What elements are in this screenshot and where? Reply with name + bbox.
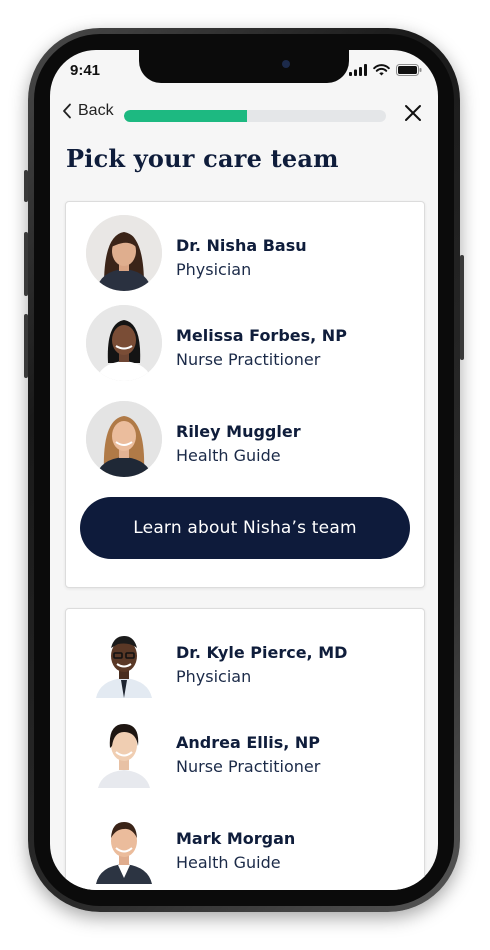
woman-avatar [86,712,162,788]
member-role: Nurse Practitioner [176,350,321,369]
man-avatar [86,622,162,698]
progress-bar [124,110,386,122]
page-title: Pick your care team [66,144,339,173]
team-member: Dr. Kyle Pierce, MD Physician [86,622,406,698]
mute-switch [24,170,28,202]
member-name: Dr. Nisha Basu [176,236,307,255]
care-team-card: Dr. Kyle Pierce, MD Physician Andrea Ell… [65,608,425,890]
team-member: Melissa Forbes, NP Nurse Practitioner [86,305,406,381]
woman-avatar [86,305,162,381]
volume-down-button [24,314,28,378]
power-button [460,255,464,360]
app-screen: 9:41 Back Pick your care team Dr. Nisha … [50,50,438,890]
close-button[interactable] [404,104,422,126]
woman-avatar [86,401,162,477]
status-icons [349,64,422,76]
team-member: Riley Muggler Health Guide [86,401,406,477]
battery-icon [396,64,422,76]
member-role: Physician [176,667,252,686]
woman-avatar [86,215,162,291]
member-name: Mark Morgan [176,829,296,848]
member-name: Andrea Ellis, NP [176,733,321,752]
team-member: Dr. Nisha Basu Physician [86,215,406,291]
progress-fill [124,110,248,122]
care-team-card: Dr. Nisha Basu Physician Melissa Forbes,… [65,201,425,588]
back-button[interactable]: Back [62,102,114,120]
man-avatar [86,808,162,884]
team-member: Andrea Ellis, NP Nurse Practitioner [86,712,406,788]
status-time: 9:41 [70,62,101,79]
volume-up-button [24,232,28,296]
back-label: Back [78,102,114,119]
member-role: Health Guide [176,446,281,465]
cellular-signal-icon [349,64,367,76]
wifi-icon [373,64,390,76]
member-role: Health Guide [176,853,281,872]
front-camera [282,60,290,68]
team-member: Mark Morgan Health Guide [86,808,406,884]
member-role: Nurse Practitioner [176,757,321,776]
notch [139,50,349,83]
member-name: Riley Muggler [176,422,301,441]
learn-about-team-button[interactable]: Learn about Nisha’s team [80,497,410,559]
member-name: Dr. Kyle Pierce, MD [176,643,348,662]
member-name: Melissa Forbes, NP [176,326,347,345]
top-navigation: Back [50,102,438,128]
member-role: Physician [176,260,252,279]
close-icon [405,105,421,121]
chevron-left-icon [63,103,71,119]
